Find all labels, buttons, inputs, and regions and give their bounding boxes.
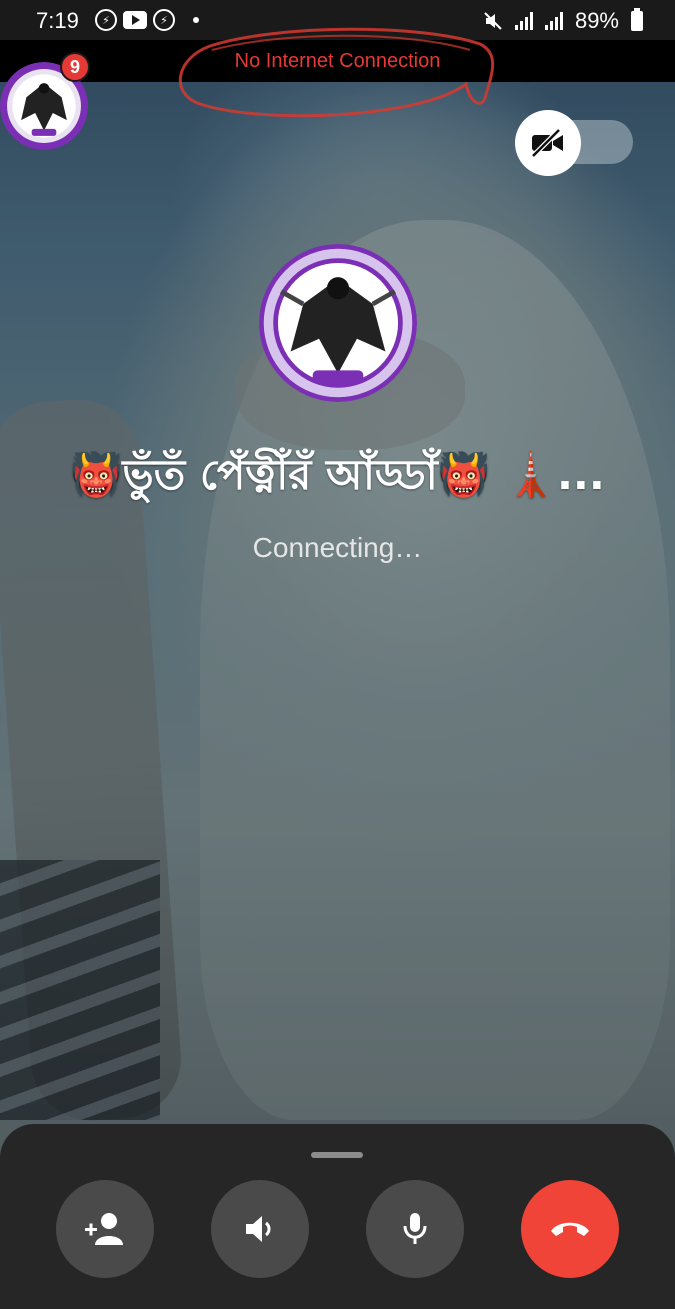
battery-percent: 89%	[574, 8, 619, 33]
background-dim	[0, 0, 675, 1309]
battery-icon	[631, 8, 643, 31]
add-person-icon	[85, 1213, 123, 1245]
signal-icon	[514, 12, 533, 30]
signal-icon	[544, 12, 563, 30]
chat-head[interactable]: 9	[0, 52, 90, 152]
unread-badge: 9	[60, 52, 90, 82]
messenger-icon: ⚡	[153, 9, 175, 31]
end-call-button[interactable]	[521, 1180, 619, 1278]
more-notifications-dot-icon	[193, 17, 199, 23]
caller-name: 👹ভুঁতঁ পেঁত্নীঁরঁ আঁড্ডাঁ👹 🗼...	[70, 450, 605, 499]
video-toggle[interactable]	[515, 110, 633, 176]
call-status: Connecting…	[252, 532, 423, 563]
microphone-button[interactable]	[366, 1180, 464, 1278]
mute-icon	[484, 12, 502, 30]
add-person-button[interactable]	[56, 1180, 154, 1278]
system-indicators: 89%	[483, 8, 643, 34]
network-status-text: No Internet Connection	[234, 50, 441, 72]
notification-icons: ⚡ ⚡	[95, 9, 199, 31]
caller-avatar	[259, 244, 417, 402]
network-banner: No Internet Connection	[0, 40, 675, 82]
speaker-button[interactable]	[211, 1180, 309, 1278]
status-time: 7:19	[36, 8, 79, 33]
video-off-icon[interactable]	[515, 110, 581, 176]
youtube-icon	[123, 11, 147, 29]
sheet-drag-handle[interactable]	[311, 1152, 363, 1158]
microphone-icon	[403, 1213, 427, 1244]
messenger-icon: ⚡	[95, 9, 117, 31]
end-call-icon	[551, 1222, 589, 1236]
status-bar: 7:19 ⚡ ⚡ 89%	[0, 0, 675, 40]
speaker-icon	[246, 1216, 271, 1242]
call-controls-sheet	[0, 1124, 675, 1309]
